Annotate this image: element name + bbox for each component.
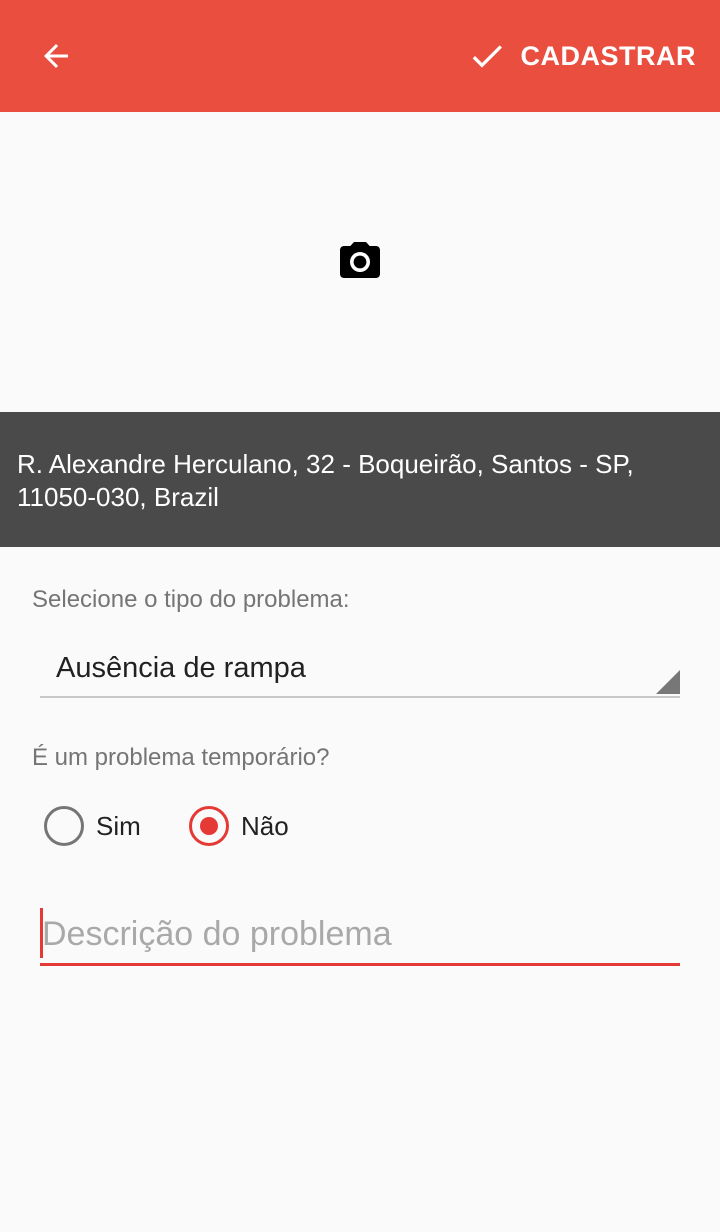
arrow-back-icon — [44, 44, 68, 68]
temporary-label: É um problema temporário? — [32, 744, 330, 771]
save-button[interactable]: CADASTRAR — [467, 26, 697, 86]
save-label: CADASTRAR — [520, 40, 696, 71]
back-button[interactable] — [26, 26, 86, 86]
radio-sim[interactable]: Sim — [44, 804, 141, 848]
address-line-2: 11050-030, Brazil — [17, 482, 219, 512]
address-bar: R. Alexandre Herculano, 32 - Boqueirão, … — [0, 412, 720, 547]
problem-type-spinner[interactable]: Ausência de rampa — [40, 640, 680, 698]
radio-sim-label: Sim — [96, 810, 141, 841]
camera-button[interactable] — [332, 234, 388, 290]
address-text: R. Alexandre Herculano, 32 - Boqueirão, … — [17, 448, 697, 514]
dropdown-arrow-icon — [656, 670, 680, 694]
address-line-1: R. Alexandre Herculano, 32 - Boqueirão, … — [17, 449, 634, 479]
description-input[interactable] — [40, 906, 680, 962]
radio-checked-icon — [189, 806, 229, 846]
radio-unchecked-icon — [44, 806, 84, 846]
check-icon — [472, 45, 502, 68]
problem-type-value: Ausência de rampa — [56, 652, 306, 684]
description-field[interactable] — [40, 906, 680, 966]
problem-type-label: Selecione o tipo do problema: — [32, 586, 350, 613]
photo-area[interactable] — [0, 112, 720, 412]
radio-nao-label: Não — [241, 810, 289, 841]
radio-nao[interactable]: Não — [189, 804, 289, 848]
app-bar: CADASTRAR — [0, 0, 720, 112]
camera-icon — [340, 242, 380, 278]
